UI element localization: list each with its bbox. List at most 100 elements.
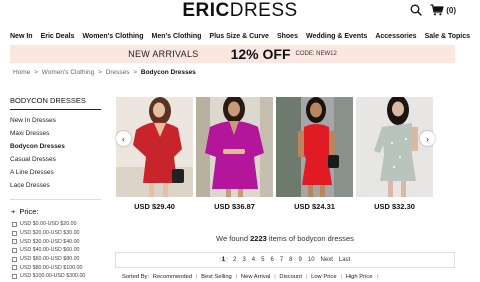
checkbox[interactable]	[12, 221, 17, 227]
sidebar-item-a-line-dresses[interactable]: A Line Dresses	[10, 166, 65, 179]
price-range-label: USD $0.00-USD $20.00	[20, 221, 77, 228]
product-card[interactable]: USD $29.40	[116, 97, 193, 211]
breadcrumb-womens-clothing[interactable]: Women's Clothing	[42, 69, 94, 76]
results-suffix: items of bodycon dresses	[268, 234, 354, 243]
divider: |	[340, 274, 343, 280]
site-logo[interactable]: ERICDRESS	[0, 1, 480, 21]
price-range-label: USD $30.00-USD $40.00	[20, 238, 80, 245]
breadcrumb-separator: >	[34, 69, 38, 76]
divider: |	[274, 274, 276, 280]
sidebar-item-maxi-dresses[interactable]: Maxi Dresses	[10, 127, 65, 140]
checkbox[interactable]	[12, 265, 17, 271]
product-image[interactable]	[116, 97, 193, 197]
main-nav: New In Eric Deals Women's Clothing Men's…	[10, 33, 470, 40]
promo-discount: 12% OFF	[230, 46, 291, 62]
page-link[interactable]: 4	[251, 257, 256, 263]
page-link[interactable]: 3	[241, 257, 246, 263]
cart-count: (0)	[446, 5, 456, 15]
nav-item-accessories[interactable]: Accessories	[375, 33, 416, 40]
divider: |	[376, 274, 378, 280]
header-icons: (0)	[410, 4, 456, 16]
sort-label: Sorted By:	[122, 274, 150, 280]
price-range-option[interactable]: USD $20.00-USD $30.00	[12, 229, 85, 238]
price-range-label: USD $20.00-USD $30.00	[20, 230, 80, 237]
product-price: USD $24.31	[294, 202, 335, 211]
sort-option-low-price[interactable]: Low Price	[311, 274, 336, 280]
page-link[interactable]: 8	[288, 257, 293, 263]
price-range-option[interactable]: USD $30.00-USD $40.00	[12, 237, 85, 246]
sort-option-high-price[interactable]: High Price	[346, 274, 373, 280]
price-range-label: USD $40.00-USD $60.00	[20, 247, 80, 254]
pagination: 1 2 3 4 5 6 7 8 9 10 Next Last	[115, 252, 455, 268]
results-count: We found 2223 items of bodycon dresses	[150, 234, 420, 243]
price-range-list: USD $0.00-USD $20.00 USD $20.00-USD $30.…	[12, 220, 85, 281]
nav-item-womens-clothing[interactable]: Women's Clothing	[82, 33, 143, 40]
logo-text-part1: ERIC	[182, 0, 230, 21]
cart-button[interactable]: (0)	[430, 4, 456, 16]
search-icon[interactable]	[410, 4, 422, 16]
divider: |	[235, 274, 238, 280]
product-image[interactable]	[196, 97, 273, 197]
page-link[interactable]: 7	[279, 257, 284, 263]
promo-banner[interactable]: NEW ARRIVALS 12% OFF CODE: NEW12	[10, 45, 455, 63]
divider: |	[196, 274, 198, 280]
price-range-option[interactable]: USD $60.00-USD $80.00	[12, 255, 85, 264]
nav-item-mens-clothing[interactable]: Men's Clothing	[152, 33, 202, 40]
product-image[interactable]	[276, 97, 353, 197]
page-link[interactable]: 6	[269, 257, 274, 263]
logo-text-part2: DRESS	[229, 0, 298, 21]
checkbox[interactable]	[12, 273, 17, 279]
price-range-option[interactable]: USD $80.00-USD $100.00	[12, 263, 85, 272]
nav-item-shoes[interactable]: Shoes	[277, 33, 298, 40]
promo-label: NEW ARRIVALS	[128, 49, 199, 59]
page-link[interactable]: 9	[298, 257, 303, 263]
price-range-option[interactable]: USD $40.00-USD $60.00	[12, 246, 85, 255]
checkbox[interactable]	[12, 230, 17, 236]
breadcrumb-dresses[interactable]: Dresses	[106, 69, 130, 76]
product-card[interactable]: USD $36.87	[196, 97, 273, 211]
sidebar-item-lace-dresses[interactable]: Lace Dresses	[10, 179, 65, 192]
checkbox[interactable]	[12, 239, 17, 245]
product-price: USD $36.87	[214, 202, 255, 211]
price-filter-heading[interactable]: + Price:	[11, 207, 39, 216]
carousel-prev-button[interactable]: ‹	[116, 131, 131, 146]
price-range-option[interactable]: USD $0.00-USD $20.00	[12, 220, 85, 229]
product-card[interactable]: USD $24.31	[276, 97, 353, 211]
breadcrumb-separator: >	[133, 69, 138, 76]
price-range-label: USD $100.00-USD $300.00	[20, 273, 86, 280]
page-link[interactable]: 10	[307, 257, 316, 263]
sidebar-item-new-in-dresses[interactable]: New In Dresses	[10, 114, 65, 127]
nav-item-wedding-events[interactable]: Wedding & Events	[306, 33, 367, 40]
sidebar-item-casual-dresses[interactable]: Casual Dresses	[10, 153, 65, 166]
price-filter-label: Price:	[19, 207, 39, 216]
checkbox[interactable]	[12, 247, 17, 253]
chevron-left-icon: ‹	[122, 133, 125, 144]
price-range-option[interactable]: USD $100.00-USD $300.00	[12, 272, 85, 281]
nav-item-sale-topics[interactable]: Sale & Topics	[425, 33, 470, 40]
price-filter-toggle[interactable]: +	[11, 207, 15, 216]
product-price: USD $29.40	[134, 202, 175, 211]
carousel-next-button[interactable]: ›	[420, 131, 435, 146]
sort-option-best-selling[interactable]: Best Selling	[201, 274, 232, 280]
price-range-label: USD $60.00-USD $80.00	[20, 256, 80, 263]
page-link[interactable]: 5	[260, 257, 265, 263]
divider: |	[305, 274, 308, 280]
nav-item-new-in[interactable]: New In	[10, 33, 33, 40]
sort-option-discount[interactable]: Discount	[279, 274, 302, 280]
nav-item-eric-deals[interactable]: Eric Deals	[41, 33, 75, 40]
sort-option-recommended[interactable]: Recommended	[153, 274, 192, 280]
breadcrumb-separator: >	[98, 69, 102, 76]
nav-item-plus-size[interactable]: Plus Size & Curve	[209, 33, 269, 40]
breadcrumb: Home > Women's Clothing > Dresses > Body…	[13, 69, 196, 76]
last-page-button[interactable]: Last	[338, 257, 351, 263]
product-image[interactable]	[356, 97, 433, 197]
sidebar-item-bodycon-dresses[interactable]: Bodycon Dresses	[10, 140, 65, 153]
sort-option-new-arrival[interactable]: New Arrival	[241, 274, 270, 280]
next-page-button[interactable]: Next	[320, 257, 334, 263]
page-link[interactable]: 2	[232, 257, 237, 263]
breadcrumb-home[interactable]: Home	[13, 69, 30, 76]
page-link-current[interactable]: 1	[218, 257, 229, 263]
product-card[interactable]: USD $32.30	[356, 97, 433, 211]
price-range-label: USD $80.00-USD $100.00	[20, 264, 83, 271]
checkbox[interactable]	[12, 256, 17, 262]
